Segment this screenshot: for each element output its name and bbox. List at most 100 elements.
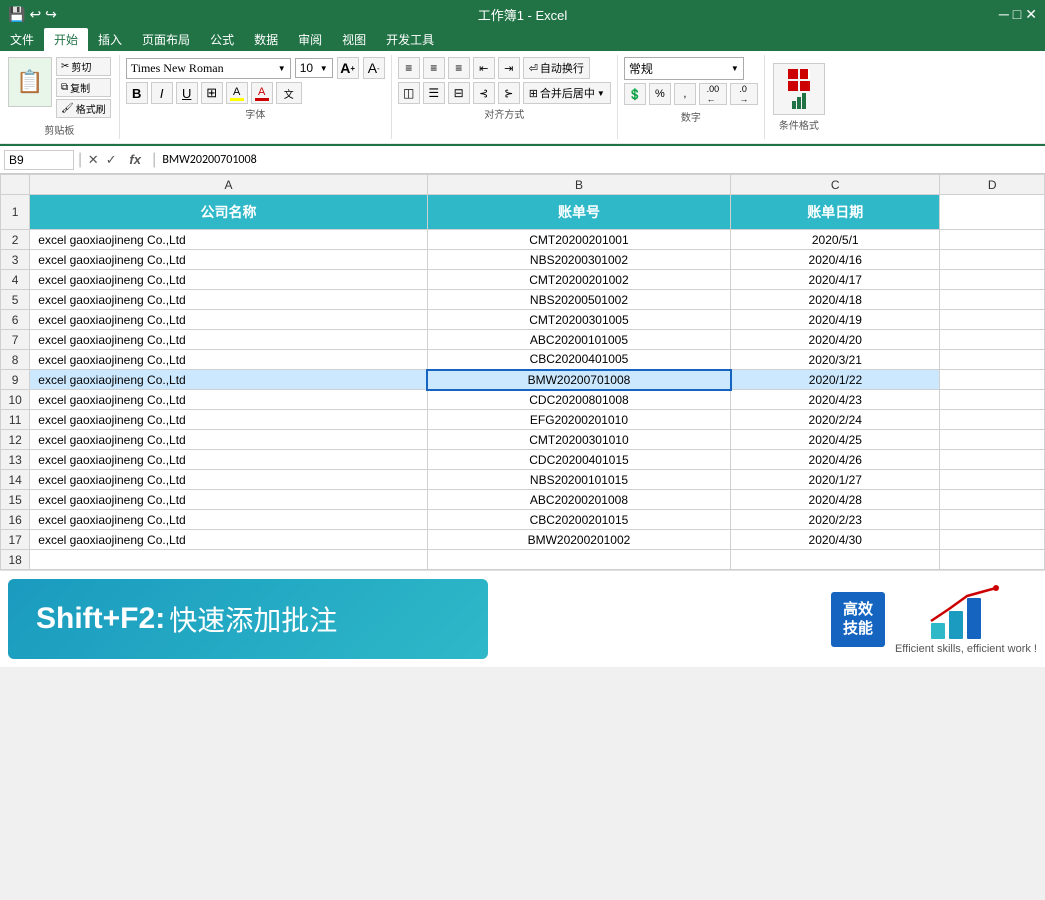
tab-file[interactable]: 文件 xyxy=(0,28,44,51)
cell-c12[interactable]: 2020/4/25 xyxy=(731,430,940,450)
window-controls[interactable]: ─ □ ✕ xyxy=(999,6,1037,23)
cell-c17[interactable]: 2020/4/30 xyxy=(731,530,940,550)
merge-center-button[interactable]: ⊞合并后居中▼ xyxy=(523,82,611,104)
cell-d13[interactable] xyxy=(940,450,1045,470)
align-top-left-button[interactable]: ≡ xyxy=(398,57,420,79)
formula-input[interactable]: BMW20200701008 xyxy=(158,151,1041,169)
cell-d2[interactable] xyxy=(940,230,1045,250)
conditional-format-button[interactable] xyxy=(773,63,825,115)
cell-b4[interactable]: CMT20200201002 xyxy=(427,270,730,290)
cell-b18[interactable] xyxy=(427,550,730,570)
cell-d10[interactable] xyxy=(940,390,1045,410)
cell-a16[interactable]: excel gaoxiaojineng Co.,Ltd xyxy=(30,510,428,530)
tab-developer[interactable]: 开发工具 xyxy=(376,28,444,51)
cell-d8[interactable] xyxy=(940,350,1045,370)
cell-a8[interactable]: excel gaoxiaojineng Co.,Ltd xyxy=(30,350,428,370)
cell-c6[interactable]: 2020/4/19 xyxy=(731,310,940,330)
decrease-decimal-button[interactable]: .0→ xyxy=(730,83,758,105)
shrink-font-button[interactable]: A- xyxy=(363,57,385,79)
tab-data[interactable]: 数据 xyxy=(244,28,288,51)
cell-d14[interactable] xyxy=(940,470,1045,490)
cell-a2[interactable]: excel gaoxiaojineng Co.,Ltd xyxy=(30,230,428,250)
format-painter-button[interactable]: 🖌格式刷 xyxy=(56,99,111,118)
border-button[interactable]: ⊞ xyxy=(201,82,223,104)
number-format-dropdown[interactable]: 常规 ▼ xyxy=(624,57,744,80)
currency-button[interactable]: % xyxy=(649,83,671,105)
cell-c4[interactable]: 2020/4/17 xyxy=(731,270,940,290)
decrease-indent-button[interactable]: ⊰ xyxy=(473,82,495,104)
cell-d4[interactable] xyxy=(940,270,1045,290)
cell-a15[interactable]: excel gaoxiaojineng Co.,Ltd xyxy=(30,490,428,510)
align-center-button[interactable]: ☰ xyxy=(423,82,445,104)
align-top-center-button[interactable]: ≡ xyxy=(423,57,445,79)
cell-a12[interactable]: excel gaoxiaojineng Co.,Ltd xyxy=(30,430,428,450)
cell-b1[interactable]: 账单号 xyxy=(427,195,730,230)
cell-b14[interactable]: NBS20200101015 xyxy=(427,470,730,490)
fill-color-button[interactable]: A xyxy=(226,82,248,104)
cell-a7[interactable]: excel gaoxiaojineng Co.,Ltd xyxy=(30,330,428,350)
font-color-button[interactable]: A xyxy=(251,82,273,104)
cell-a10[interactable]: excel gaoxiaojineng Co.,Ltd xyxy=(30,390,428,410)
cell-d1[interactable] xyxy=(940,195,1045,230)
comma-button[interactable]: , xyxy=(674,83,696,105)
tab-home[interactable]: 开始 xyxy=(44,28,88,51)
cell-a3[interactable]: excel gaoxiaojineng Co.,Ltd xyxy=(30,250,428,270)
cell-a6[interactable]: excel gaoxiaojineng Co.,Ltd xyxy=(30,310,428,330)
redo-icon[interactable]: ↪ xyxy=(45,6,57,23)
quick-access-toolbar[interactable]: 💾 ↩ ↪ xyxy=(8,6,57,23)
cell-c2[interactable]: 2020/5/1 xyxy=(731,230,940,250)
tab-insert[interactable]: 插入 xyxy=(88,28,132,51)
paste-button[interactable]: 📋 xyxy=(8,57,52,107)
cell-d17[interactable] xyxy=(940,530,1045,550)
cell-b16[interactable]: CBC20200201015 xyxy=(427,510,730,530)
copy-button[interactable]: ⧉复制 xyxy=(56,78,111,97)
cell-a9[interactable]: excel gaoxiaojineng Co.,Ltd xyxy=(30,370,428,390)
cell-c18[interactable] xyxy=(731,550,940,570)
grow-font-button[interactable]: A+ xyxy=(337,57,359,79)
cell-c8[interactable]: 2020/3/21 xyxy=(731,350,940,370)
italic-button[interactable]: I xyxy=(151,82,173,104)
confirm-icon[interactable]: ✓ xyxy=(102,151,120,169)
cell-b10[interactable]: CDC20200801008 xyxy=(427,390,730,410)
cell-b5[interactable]: NBS20200501002 xyxy=(427,290,730,310)
cell-d12[interactable] xyxy=(940,430,1045,450)
col-header-a[interactable]: A xyxy=(30,175,428,195)
cell-d11[interactable] xyxy=(940,410,1045,430)
underline-button[interactable]: U xyxy=(176,82,198,104)
cell-c15[interactable]: 2020/4/28 xyxy=(731,490,940,510)
cell-c11[interactable]: 2020/2/24 xyxy=(731,410,940,430)
cell-a5[interactable]: excel gaoxiaojineng Co.,Ltd xyxy=(30,290,428,310)
cell-c16[interactable]: 2020/2/23 xyxy=(731,510,940,530)
col-header-d[interactable]: D xyxy=(940,175,1045,195)
cell-d18[interactable] xyxy=(940,550,1045,570)
cell-b2[interactable]: CMT20200201001 xyxy=(427,230,730,250)
cell-a18[interactable] xyxy=(30,550,428,570)
tab-review[interactable]: 审阅 xyxy=(288,28,332,51)
cell-b8[interactable]: CBC20200401005 xyxy=(427,350,730,370)
cell-d16[interactable] xyxy=(940,510,1045,530)
cell-a17[interactable]: excel gaoxiaojineng Co.,Ltd xyxy=(30,530,428,550)
cell-b17[interactable]: BMW20200201002 xyxy=(427,530,730,550)
cell-d15[interactable] xyxy=(940,490,1045,510)
font-size-dropdown[interactable]: 10 ▼ xyxy=(295,58,333,78)
bold-button[interactable]: B xyxy=(126,82,148,104)
increase-decimal-button[interactable]: .00← xyxy=(699,83,727,105)
cell-a1[interactable]: 公司名称 xyxy=(30,195,428,230)
cell-b11[interactable]: EFG20200201010 xyxy=(427,410,730,430)
minimize-icon[interactable]: ─ xyxy=(999,6,1009,23)
tab-formula[interactable]: 公式 xyxy=(200,28,244,51)
cell-c7[interactable]: 2020/4/20 xyxy=(731,330,940,350)
undo-icon[interactable]: ↩ xyxy=(29,6,41,23)
wrap-text-button[interactable]: ⏎自动换行 xyxy=(523,57,590,79)
indent-decrease-button[interactable]: ⇤ xyxy=(473,57,495,79)
percent-button[interactable]: 💲 xyxy=(624,83,646,105)
cell-b15[interactable]: ABC20200201008 xyxy=(427,490,730,510)
cell-d3[interactable] xyxy=(940,250,1045,270)
cell-d6[interactable] xyxy=(940,310,1045,330)
col-header-b[interactable]: B xyxy=(427,175,730,195)
save-icon[interactable]: 💾 xyxy=(8,6,25,23)
align-top-right-button[interactable]: ≡ xyxy=(448,57,470,79)
col-header-c[interactable]: C xyxy=(731,175,940,195)
cell-b12[interactable]: CMT20200301010 xyxy=(427,430,730,450)
increase-indent-button[interactable]: ⊱ xyxy=(498,82,520,104)
